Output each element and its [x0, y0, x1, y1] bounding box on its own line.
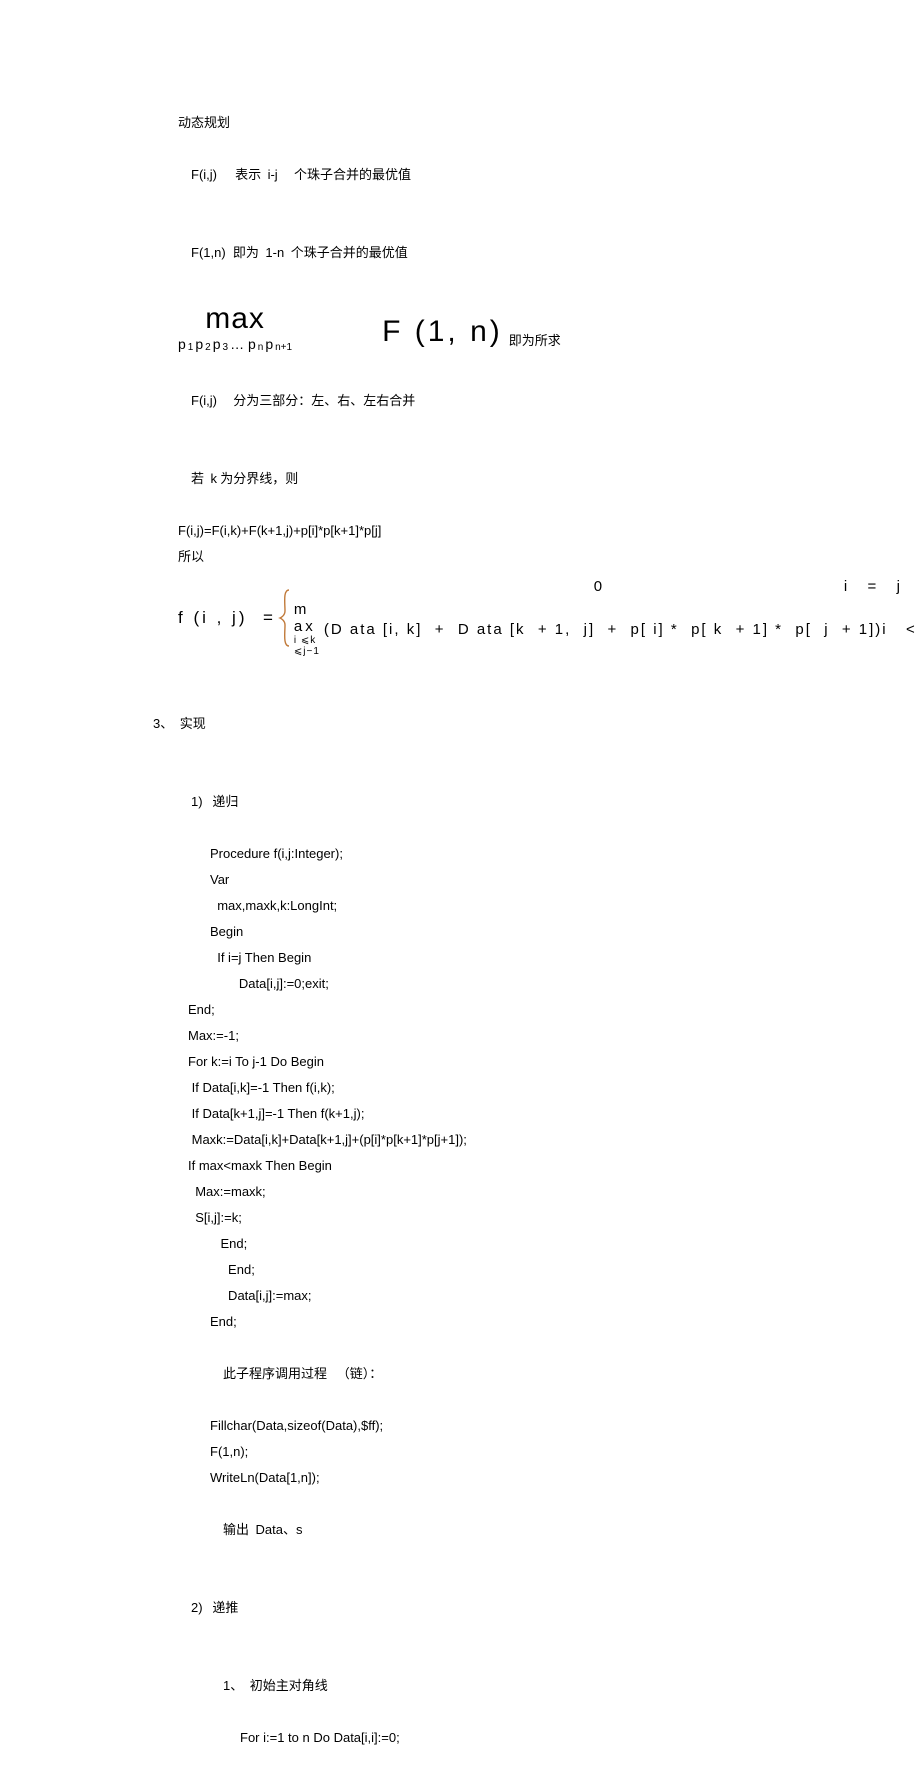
- item-title: 递归: [212, 794, 238, 809]
- list-item: 1) 递归: [0, 763, 920, 841]
- expr: i-j: [268, 167, 278, 182]
- equation: F(i,j)=F(i,k)+F(k+1,j)+p[i]*p[k+1]*p[j]: [0, 518, 920, 544]
- code-line: Data[i,j]:=0;exit;: [0, 971, 920, 997]
- text-line: 若 k 为分界线，则: [0, 440, 920, 518]
- max-operator: m ax i ⩽k ⩽j−1: [294, 601, 320, 657]
- code-line: Fillchar(Data,sizeof(Data),$ff);: [0, 1413, 920, 1439]
- code-line: S[i,j]:=k;: [0, 1205, 920, 1231]
- code-line: For k:=i To j-1 Do Begin: [0, 1049, 920, 1075]
- expr: 1-n: [265, 245, 284, 260]
- formula-piecewise: f (i , j) = 0 i = j m ax i ⩽k ⩽j−1: [0, 578, 920, 657]
- section-title: 实现: [180, 716, 206, 731]
- text-line: F(i,j) 分为三部分：左、右、左右合并: [0, 362, 920, 440]
- page-content: 动态规划 F(i,j) 表示 i-j 个珠子合并的最优值 F(1,n) 即为 1…: [0, 0, 920, 1791]
- case-value: 0: [354, 578, 844, 595]
- code-line: WriteLn(Data[1,n]);: [0, 1465, 920, 1491]
- word: 若: [191, 471, 204, 486]
- case-cond: i < j: [882, 621, 920, 638]
- code-line: Data[i,j]:=max;: [0, 1283, 920, 1309]
- code-line: Procedure f(i,j:Integer);: [0, 841, 920, 867]
- expr: Data、s: [256, 1522, 303, 1537]
- case-row: m ax i ⩽k ⩽j−1 (D ata [i, k] + D ata [k …: [294, 601, 914, 657]
- code-line: If Data[i,k]=-1 Then f(i,k);: [0, 1075, 920, 1101]
- tail-text: 即为所求: [509, 302, 561, 349]
- code-line: Var: [0, 867, 920, 893]
- code-line: Max:=maxk;: [0, 1179, 920, 1205]
- section-number: 3、: [153, 716, 173, 731]
- phrase: 分为三部分：左、右、左右合并: [233, 393, 415, 408]
- item-number: 1、: [223, 1678, 243, 1693]
- function-call: F (1, n): [382, 311, 503, 349]
- word: 输出: [223, 1522, 249, 1537]
- phrase: 为分界线，则: [220, 471, 298, 486]
- text: 此子程序调用过程: [223, 1366, 327, 1381]
- code-line: End;: [0, 1309, 920, 1335]
- expr: F(1,n): [191, 245, 226, 260]
- case-expr: (D ata [i, k] + D ata [k + 1, j] + p[ i]…: [320, 621, 882, 638]
- code-line: 输出 Data、s: [0, 1491, 920, 1569]
- phrase: 个珠子合并的最优值: [291, 245, 408, 260]
- lhs: f (i , j) =: [178, 608, 278, 628]
- text: （链）：: [337, 1366, 383, 1381]
- section-heading: 3、 实现: [0, 685, 920, 763]
- case-cond: i = j: [844, 578, 914, 595]
- code-line: End;: [0, 1231, 920, 1257]
- item-title: 初始主对角线: [250, 1678, 328, 1693]
- code-line: If Data[k+1,j]=-1 Then f(k+1,j);: [0, 1101, 920, 1127]
- case-row: 0 i = j: [294, 578, 914, 595]
- expr: F(i,j): [191, 167, 217, 182]
- expr: F(i,j): [191, 393, 217, 408]
- code-line: 此子程序调用过程 （链）：: [0, 1335, 920, 1413]
- formula-max: max p1 p2 p3 … pn pn+1 F (1, n) 即为所求: [0, 302, 920, 352]
- max-subscript: p1 p2 p3 … pn pn+1: [178, 336, 292, 352]
- code-line: F(1,n);: [0, 1439, 920, 1465]
- code-line: End;: [0, 997, 920, 1023]
- max-label: max: [205, 302, 265, 336]
- code-line: Maxk:=Data[i,k]+Data[k+1,j]+(p[i]*p[k+1]…: [0, 1127, 920, 1153]
- text-line: 动态规划: [0, 110, 920, 136]
- code-line: Begin: [0, 919, 920, 945]
- code-line: Max:=-1;: [0, 1023, 920, 1049]
- code-line: max,maxk,k:LongInt;: [0, 893, 920, 919]
- max-subscript: i ⩽k ⩽j−1: [294, 635, 320, 657]
- code-line: For i:=1 to n Do Data[i,i]:=0;: [0, 1725, 920, 1751]
- item-number: 1): [191, 794, 203, 809]
- max-operator: max p1 p2 p3 … pn pn+1: [178, 302, 292, 352]
- left-brace-icon: [278, 589, 292, 647]
- word: 即为: [233, 245, 259, 260]
- item-number: 2): [191, 1600, 203, 1615]
- code-line: End;: [0, 1257, 920, 1283]
- phrase: 个珠子合并的最优值: [294, 167, 411, 182]
- word: 表示: [235, 167, 261, 182]
- code-line: If max<maxk Then Begin: [0, 1153, 920, 1179]
- code-line: If i=j Then Begin: [0, 945, 920, 971]
- text-line: 所以: [0, 544, 920, 570]
- text-line: F(i,j) 表示 i-j 个珠子合并的最优值: [0, 136, 920, 214]
- max-label: m ax: [294, 601, 320, 635]
- text-line: F(1,n) 即为 1-n 个珠子合并的最优值: [0, 214, 920, 292]
- item-title: 递推: [212, 1600, 238, 1615]
- list-item: 2) 递推: [0, 1569, 920, 1647]
- list-item: 1、 初始主对角线: [0, 1647, 920, 1725]
